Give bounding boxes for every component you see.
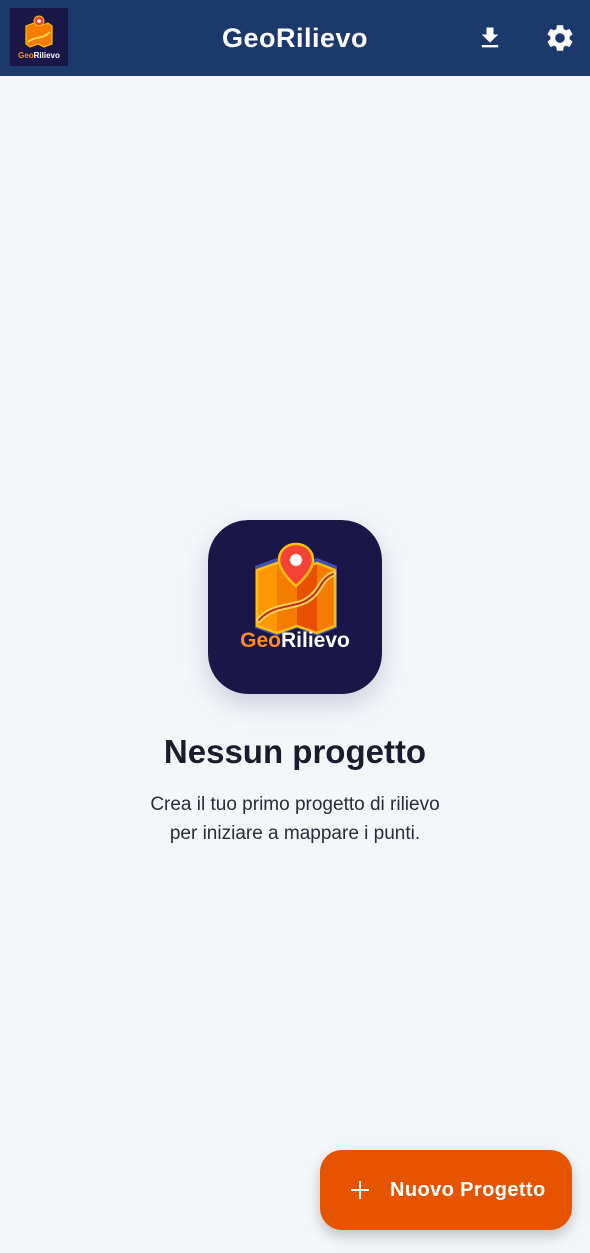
- empty-state: GeoRilievo Nessun progetto Crea il tuo p…: [0, 520, 590, 848]
- app-screen: GeoRilievo GeoRilievo GeoRilievo Nessun …: [0, 0, 590, 1253]
- logo-text-geo: Geo: [240, 629, 281, 652]
- svg-text:GeoRilievo: GeoRilievo: [240, 629, 350, 652]
- empty-title: Nessun progetto: [163, 733, 427, 770]
- app-bar: GeoRilievo GeoRilievo: [0, 0, 590, 76]
- svg-text:GeoRilievo: GeoRilievo: [18, 51, 60, 60]
- new-project-button[interactable]: Nuovo Progetto: [320, 1150, 572, 1230]
- download-button[interactable]: [466, 14, 514, 62]
- empty-description: Crea il tuo primo progetto di rilievo pe…: [0, 790, 590, 848]
- settings-button[interactable]: [536, 14, 584, 62]
- app-logo-icon: GeoRilievo: [10, 8, 68, 66]
- new-project-label: Nuovo Progetto: [390, 1178, 546, 1201]
- empty-description-line2: per iniziare a mappare i punti.: [169, 823, 421, 844]
- download-icon: [481, 27, 499, 48]
- gear-icon: [547, 25, 573, 51]
- empty-description-line1: Crea il tuo primo progetto di rilievo: [150, 794, 440, 815]
- plus-icon: [351, 1181, 369, 1199]
- georilievo-logo-icon: GeoRilievo: [208, 520, 382, 694]
- logo-text-rilievo: Rilievo: [281, 629, 350, 652]
